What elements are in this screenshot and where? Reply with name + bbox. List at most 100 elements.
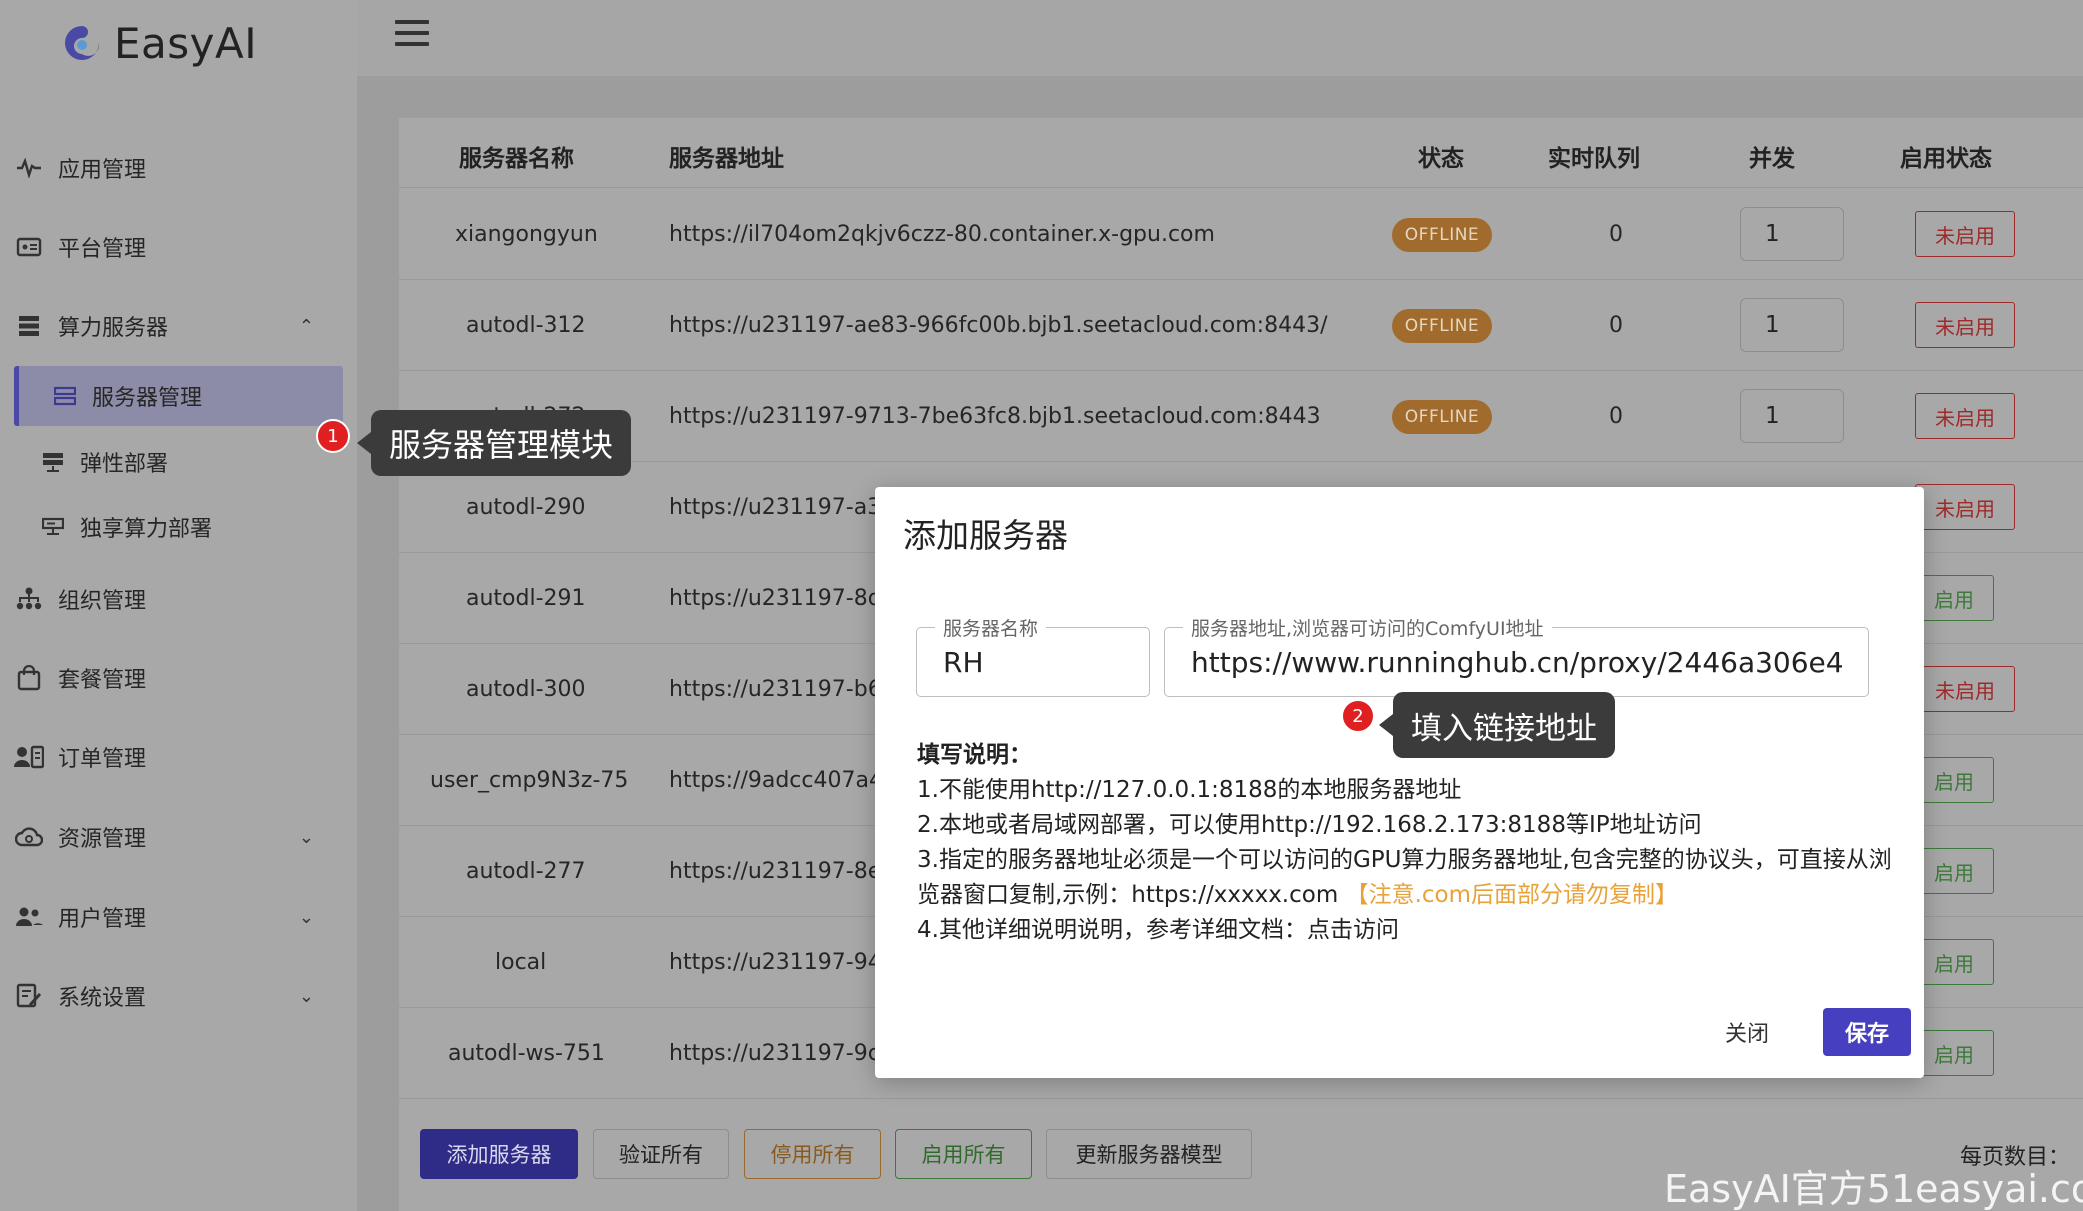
verify-all-button[interactable]: 验证所有	[593, 1129, 729, 1179]
server-name: autodl-312	[466, 313, 586, 338]
enable-toggle-button[interactable]: 未启用	[1915, 211, 2015, 257]
save-button[interactable]: 保存	[1823, 1008, 1911, 1056]
instruction-line[interactable]: 4.其他详细说明说明，参考详细文档：点击访问	[917, 913, 1907, 948]
sidebar-item-label: 独享算力部署	[80, 517, 213, 542]
enable-toggle-button[interactable]: 启用	[1914, 575, 1994, 621]
enable-toggle-button[interactable]: 未启用	[1915, 393, 2015, 439]
server-name: user_cmp9N3z-75	[430, 768, 629, 793]
server-url: https://u231197-9ca	[669, 1041, 894, 1066]
sidebar-item-dedicated-deploy[interactable]: 独享算力部署	[40, 505, 212, 549]
queue-count: 0	[1609, 404, 1623, 429]
brand-logo[interactable]: EasyAI	[62, 18, 257, 68]
shopping-bag-icon	[14, 663, 44, 693]
pulse-icon	[14, 153, 44, 183]
sidebar-item-label: 弹性部署	[80, 452, 169, 477]
server-name-field[interactable]: 服务器名称 RH	[916, 614, 1150, 697]
instruction-line: 2.本地或者局域网部署，可以使用http://192.168.2.173:818…	[917, 812, 1702, 838]
enable-toggle-button[interactable]: 启用	[1914, 1030, 1994, 1076]
cloud-sync-icon	[14, 822, 44, 852]
instruction-line: 3.指定的服务器地址必须是一个可以访问的GPU算力服务器地址,包含完整的协议头，…	[917, 843, 1907, 913]
server-url: https://il704om2qkjv6czz-80.container.x-…	[669, 222, 1215, 247]
user-badge-icon	[14, 742, 44, 772]
instructions: 填写说明： 1.不能使用http://127.0.0.1:8188的本地服务器地…	[917, 738, 1907, 948]
column-header-enable-status: 启用状态	[1900, 146, 1992, 172]
disable-all-button[interactable]: 停用所有	[744, 1129, 881, 1179]
server-name: autodl-291	[466, 586, 586, 611]
close-button[interactable]: 关闭	[1725, 1016, 1769, 1048]
server-url-input[interactable]: https://www.runninghub.cn/proxy/2446a306…	[1191, 646, 1842, 679]
sidebar-item-label: 服务器管理	[92, 386, 203, 411]
id-card-icon	[14, 232, 44, 262]
column-header-queue: 实时队列	[1548, 146, 1640, 172]
sidebar-item-label: 组织管理	[58, 589, 147, 614]
server-name: autodl-290	[466, 495, 586, 520]
enable-toggle-button[interactable]: 未启用	[1915, 302, 2015, 348]
chevron-down-icon: ⌄	[298, 826, 314, 848]
add-server-button[interactable]: 添加服务器	[420, 1129, 578, 1179]
server-url: https://9adcc407a48	[669, 768, 897, 793]
enable-toggle-button[interactable]: 启用	[1914, 939, 1994, 985]
callout-number-1: 1	[316, 419, 350, 453]
chevron-down-icon: ⌄	[298, 985, 314, 1007]
sidebar-item-label: 套餐管理	[58, 668, 147, 693]
enable-toggle-button[interactable]: 启用	[1914, 757, 1994, 803]
column-header-name: 服务器名称	[459, 146, 574, 172]
callout-tooltip-2: 填入链接地址	[1379, 692, 1615, 758]
concurrency-input[interactable]: 1	[1740, 298, 1844, 352]
server-name: autodl-277	[466, 859, 586, 884]
server-url: https://u231197-94e	[669, 950, 896, 975]
server-name: autodl-300	[466, 677, 586, 702]
server-stack-icon	[14, 311, 44, 341]
users-icon	[14, 902, 44, 932]
queue-count: 0	[1609, 313, 1623, 338]
server-name-input[interactable]: RH	[943, 646, 1123, 679]
server-name-field-label: 服务器名称	[935, 614, 1047, 641]
sidebar-item-label: 资源管理	[58, 827, 147, 852]
server-name: autodl-ws-751	[448, 1041, 605, 1066]
sidebar-item-label: 系统设置	[58, 986, 147, 1011]
chevron-up-icon: ⌃	[298, 315, 314, 337]
sidebar-item-users[interactable]: 用户管理 ⌄	[14, 895, 344, 939]
sidebar-item-label: 应用管理	[58, 158, 147, 183]
sidebar-item-elastic-deploy[interactable]: 弹性部署	[40, 440, 168, 484]
server-url: https://u231197-b62	[669, 677, 896, 702]
server-url: https://u231197-8e1	[669, 859, 896, 884]
concurrency-input[interactable]: 1	[1740, 389, 1844, 443]
sidebar-item-platform-management[interactable]: 平台管理	[14, 225, 344, 269]
sidebar-item-label: 算力服务器	[58, 316, 169, 341]
sidebar-item-label: 平台管理	[58, 237, 147, 262]
sidebar-item-app-management[interactable]: 应用管理	[14, 146, 344, 190]
monitor-server-icon	[40, 514, 66, 540]
column-header-url: 服务器地址	[669, 146, 784, 172]
watermark: EasyAI官方51easyai.com	[1664, 1167, 2083, 1211]
callout-number-2: 2	[1341, 699, 1375, 733]
update-models-button[interactable]: 更新服务器模型	[1046, 1129, 1252, 1179]
org-chart-icon	[14, 584, 44, 614]
column-header-concurrency: 并发	[1749, 146, 1795, 172]
dialog-title: 添加服务器	[903, 516, 1068, 555]
sidebar-item-resources[interactable]: 资源管理 ⌄	[14, 815, 344, 859]
enable-toggle-button[interactable]: 未启用	[1915, 666, 2015, 712]
enable-all-button[interactable]: 启用所有	[895, 1129, 1032, 1179]
sidebar-item-orders[interactable]: 订单管理	[14, 735, 344, 779]
status-badge: OFFLINE	[1392, 309, 1492, 343]
callout-tooltip-1: 服务器管理模块	[356, 410, 632, 476]
sidebar-item-packages[interactable]: 套餐管理	[14, 656, 344, 700]
sidebar-item-label: 用户管理	[58, 907, 147, 932]
sidebar-item-organization[interactable]: 组织管理	[14, 577, 344, 621]
instruction-warning: 【注意.com后面部分请勿复制】	[1345, 882, 1678, 908]
server-url-field[interactable]: 服务器地址,浏览器可访问的ComfyUI地址 https://www.runni…	[1164, 614, 1869, 697]
enable-toggle-button[interactable]: 未启用	[1915, 484, 2015, 530]
queue-count: 0	[1609, 222, 1623, 247]
concurrency-input[interactable]: 1	[1740, 207, 1844, 261]
sidebar-item-server-management[interactable]: 服务器管理	[14, 366, 343, 426]
server-rack-icon	[40, 449, 66, 475]
sidebar-item-settings[interactable]: 系统设置 ⌄	[14, 974, 344, 1018]
enable-toggle-button[interactable]: 启用	[1914, 848, 1994, 894]
sidebar-item-compute-servers[interactable]: 算力服务器 ⌃	[14, 304, 344, 348]
server-name: local	[495, 950, 547, 975]
chevron-down-icon: ⌄	[298, 906, 314, 928]
menu-toggle-icon[interactable]	[395, 20, 429, 50]
server-url: https://u231197-ae83-966fc00b.bjb1.seeta…	[669, 313, 1328, 338]
server-url: https://u231197-8d7	[669, 586, 896, 611]
